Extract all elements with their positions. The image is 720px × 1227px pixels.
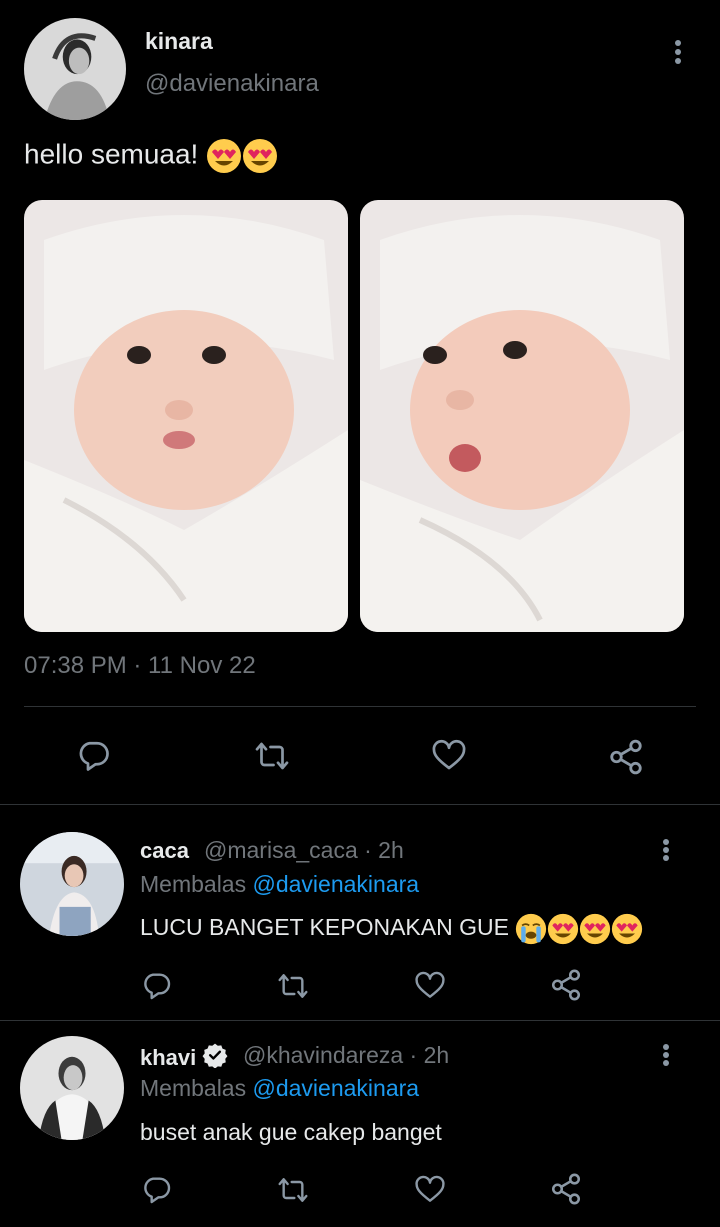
more-options-icon[interactable] <box>656 1041 676 1069</box>
reply-icon <box>144 973 171 1000</box>
verified-badge-icon <box>202 1043 228 1068</box>
tweet-photo-2[interactable] <box>360 200 684 632</box>
replying-mention[interactable]: @davienakinara <box>253 1075 420 1101</box>
more-options-icon[interactable] <box>668 37 688 67</box>
like-icon <box>415 1175 445 1202</box>
author-name[interactable]: kinara <box>145 28 213 55</box>
share-icon <box>610 739 642 775</box>
like-button[interactable] <box>412 970 448 1002</box>
share-button[interactable] <box>548 968 584 1002</box>
share-icon <box>551 1173 581 1205</box>
author-handle[interactable]: @davienakinara <box>145 70 319 98</box>
replying-to: Membalas @davienakinara <box>140 1075 419 1102</box>
replying-prefix: Membalas <box>140 1075 247 1101</box>
tweet-text-content: hello semuaa! <box>24 138 199 170</box>
replying-prefix: Membalas <box>140 871 247 897</box>
share-icon <box>551 969 581 1001</box>
reply-button[interactable] <box>140 1174 174 1206</box>
author-avatar[interactable] <box>24 18 126 120</box>
like-button[interactable] <box>412 1174 448 1206</box>
share-button[interactable] <box>548 1172 584 1206</box>
more-options-icon[interactable] <box>656 836 676 864</box>
reply-author-name[interactable]: khavi <box>140 1042 228 1071</box>
reply-button[interactable] <box>76 738 112 774</box>
reply-text: buset anak gue cakep banget <box>140 1119 442 1145</box>
retweet-button[interactable] <box>274 970 312 1002</box>
loudly-crying-emoji-icon <box>516 913 547 945</box>
tweet-photo-1[interactable] <box>24 200 348 632</box>
divider <box>24 706 696 707</box>
divider <box>0 804 720 805</box>
replying-mention[interactable]: @davienakinara <box>253 871 420 897</box>
replying-to: Membalas @davienakinara <box>140 871 419 898</box>
retweet-icon <box>278 974 308 998</box>
heart-eyes-emoji-icon <box>207 139 242 173</box>
retweet-icon <box>278 1178 308 1202</box>
reply-button[interactable] <box>140 970 174 1002</box>
heart-eyes-emoji-icon <box>548 913 579 945</box>
reply-icon <box>79 741 109 771</box>
reply-author-name-text[interactable]: khavi <box>140 1045 196 1070</box>
reply-text: LUCU BANGET KEPONAKAN GUE <box>140 913 643 945</box>
divider <box>0 1020 720 1021</box>
share-button[interactable] <box>606 738 646 776</box>
like-icon <box>432 739 466 770</box>
retweet-button[interactable] <box>252 738 292 774</box>
tweet-text: hello semuaa! <box>24 138 278 174</box>
reply-author-meta: @marisa_caca · 2h <box>204 837 404 863</box>
reply-icon <box>144 1177 171 1204</box>
reply-text-content: LUCU BANGET KEPONAKAN GUE <box>140 914 509 941</box>
reply-author-meta: @khavindareza · 2h <box>243 1042 450 1068</box>
reply-avatar[interactable] <box>20 832 124 936</box>
heart-eyes-emoji-icon <box>612 913 643 945</box>
like-button[interactable] <box>430 738 468 774</box>
retweet-icon <box>255 742 289 770</box>
tweet-timestamp: 07:38 PM · 11 Nov 22 <box>24 652 256 679</box>
retweet-button[interactable] <box>274 1174 312 1206</box>
like-icon <box>415 971 445 998</box>
reply-author-name[interactable]: caca <box>140 838 189 864</box>
reply-avatar[interactable] <box>20 1036 124 1140</box>
heart-eyes-emoji-icon <box>580 913 611 945</box>
heart-eyes-emoji-icon <box>243 139 278 173</box>
